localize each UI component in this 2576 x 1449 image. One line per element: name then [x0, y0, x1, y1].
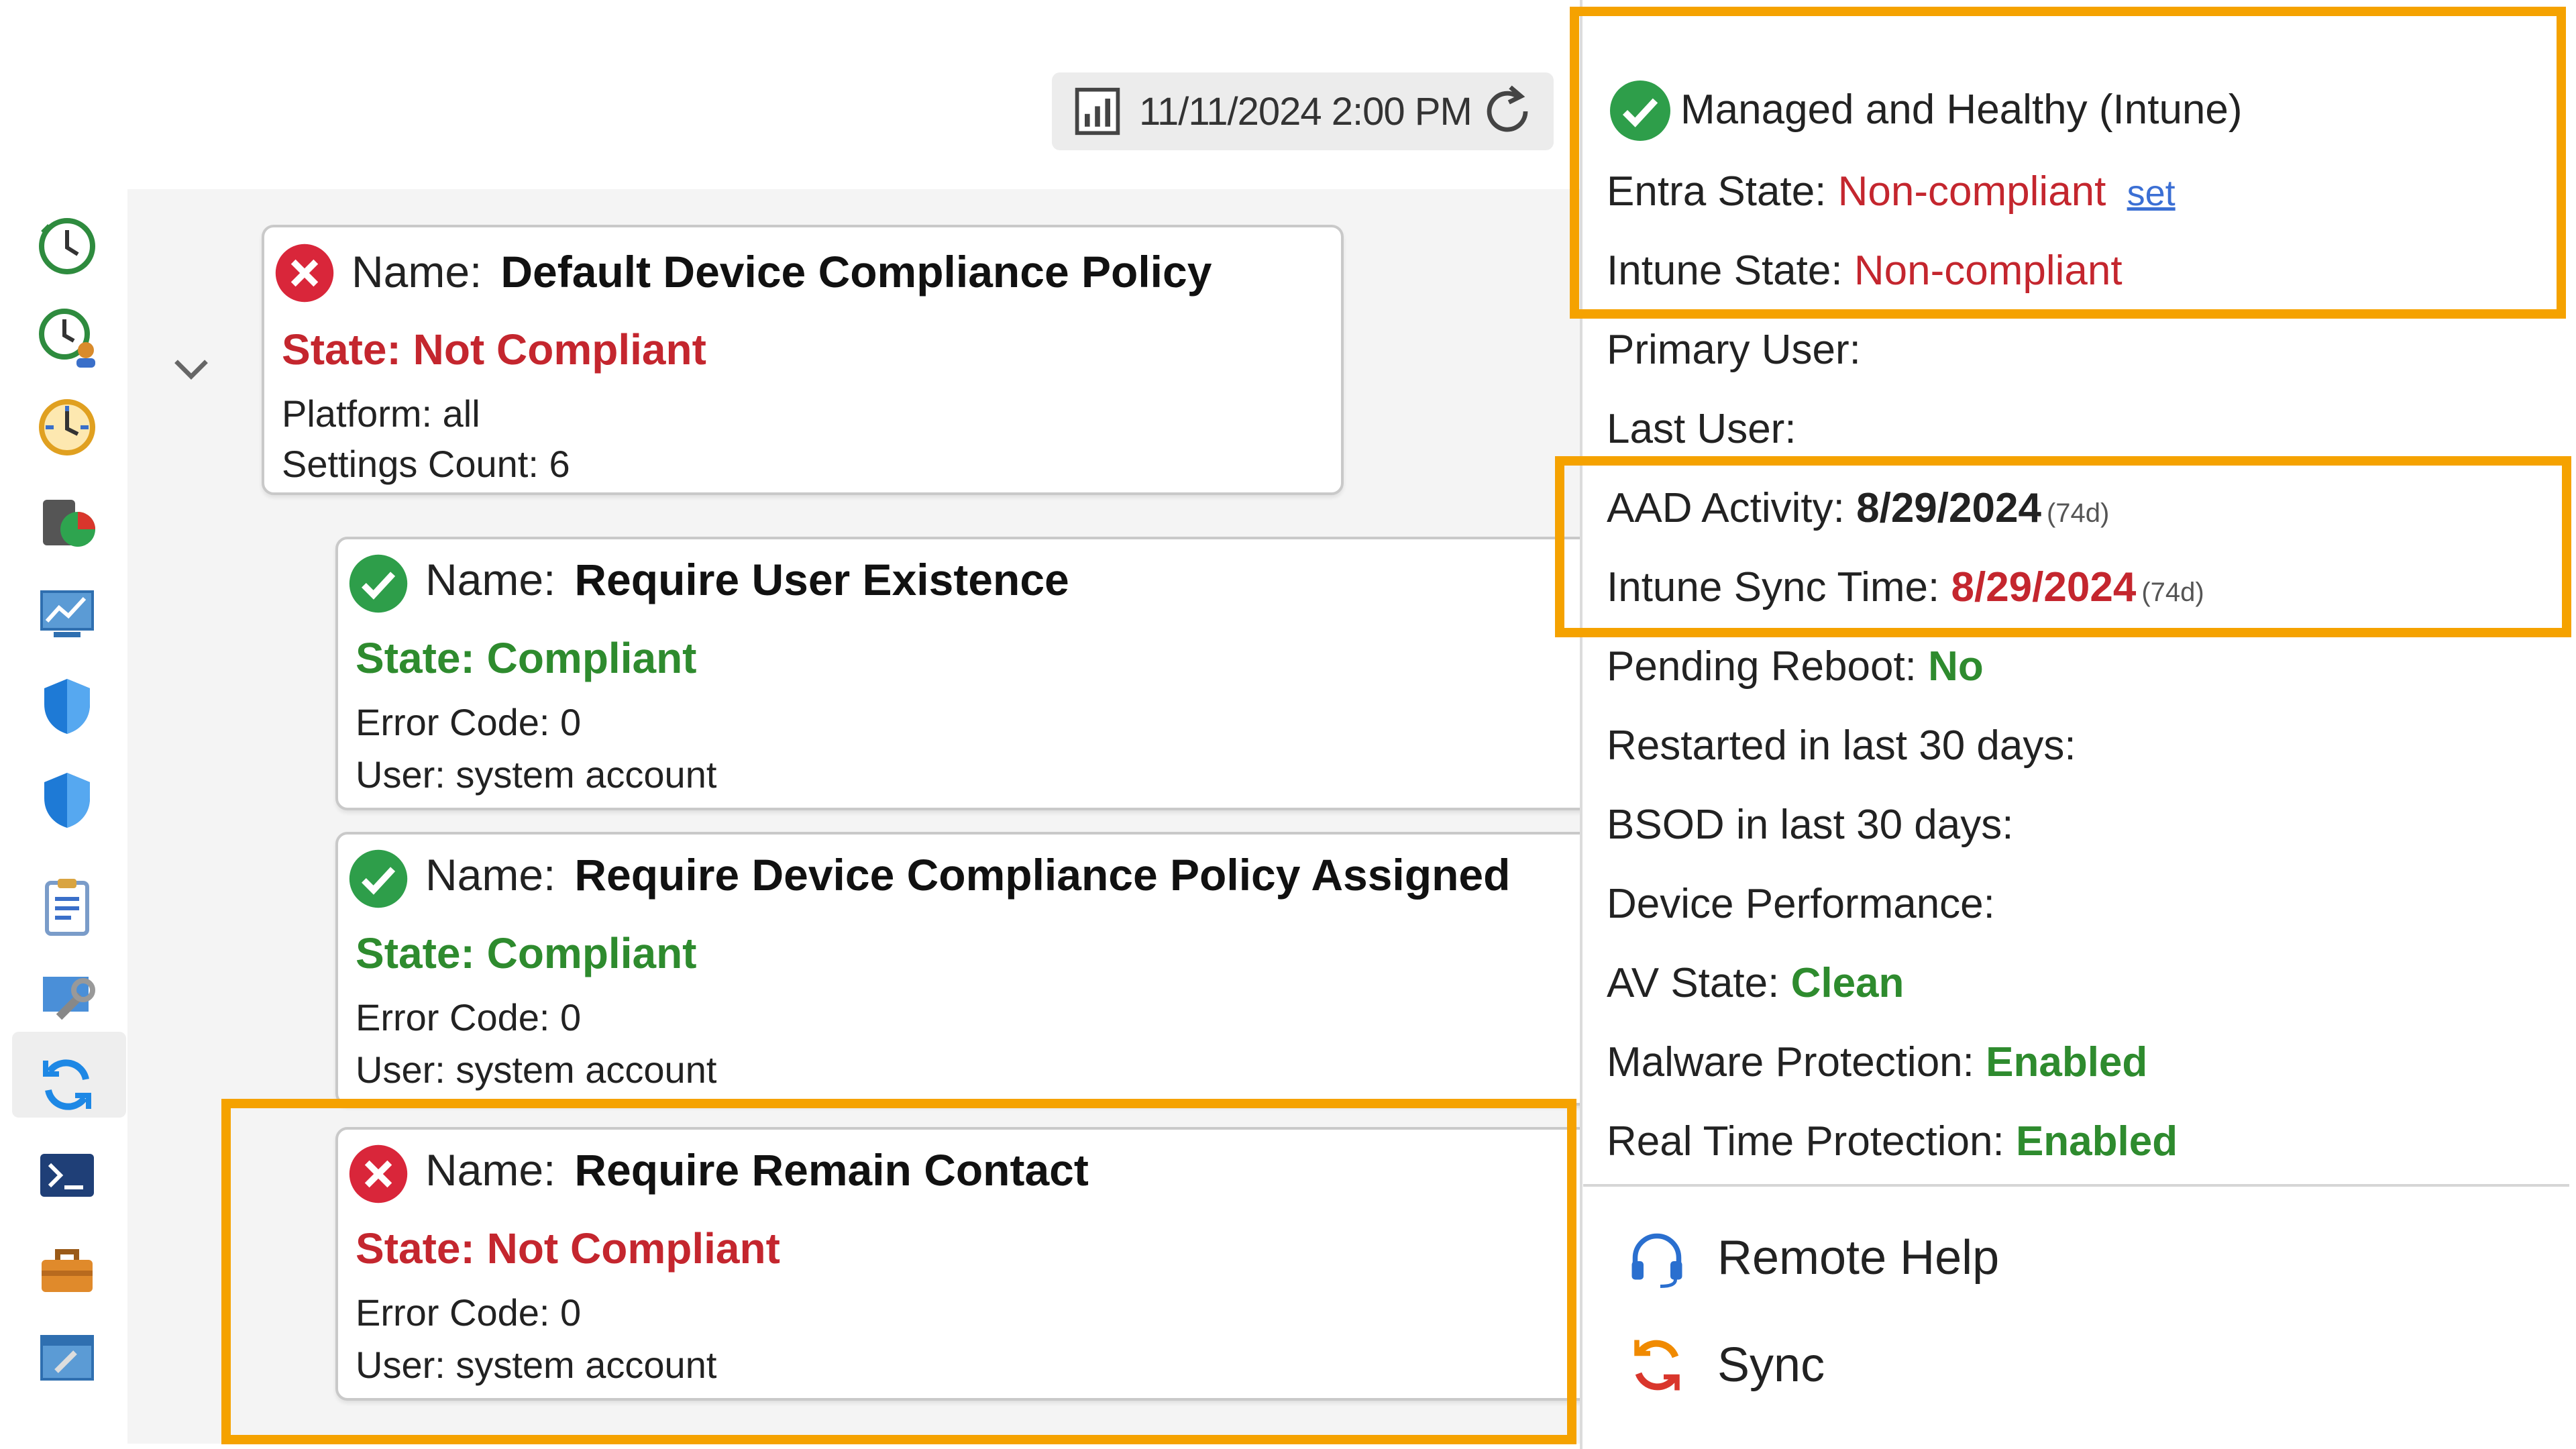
last-updated-timestamp: 11/11/2024 2:00 PM: [1139, 89, 1472, 133]
last-user-label: Last User:: [1607, 406, 1796, 452]
sync-icon[interactable]: [32, 1050, 102, 1120]
tools-icon[interactable]: [32, 961, 102, 1030]
clock-check-icon[interactable]: [32, 211, 102, 281]
policy-card[interactable]: Name: Default Device Compliance Policy St…: [262, 225, 1344, 495]
policy-platform: Platform: all: [282, 392, 480, 435]
setting-name: Require Device Compliance Policy Assigne…: [574, 850, 1511, 900]
error-icon: [275, 244, 334, 303]
policy-name-line: Name: Default Device Compliance Policy: [352, 246, 1212, 297]
last-updated-bar: 11/11/2024 2:00 PM: [1052, 72, 1554, 150]
bsod-label: BSOD in last 30 days:: [1607, 802, 2014, 848]
pending-reboot-label: Pending Reboot:: [1607, 643, 1917, 690]
setting-user: User: system account: [356, 753, 717, 796]
powershell-icon[interactable]: [32, 1140, 102, 1210]
restarted-label: Restarted in last 30 days:: [1607, 722, 2076, 769]
window-tools-icon[interactable]: [32, 1323, 102, 1393]
policy-state: State: Not Compliant: [282, 325, 706, 374]
panel-divider: [1583, 1184, 2569, 1187]
device-performance-label: Device Performance:: [1607, 881, 1995, 927]
sync-button[interactable]: Sync: [1623, 1325, 1825, 1405]
monitor-graph-icon[interactable]: [32, 578, 102, 648]
clock-user-icon[interactable]: [32, 302, 102, 372]
setting-user: User: system account: [356, 1049, 717, 1091]
check-icon: [349, 554, 408, 613]
malware-protection-value: Enabled: [1986, 1039, 2148, 1085]
primary-user-label: Primary User:: [1607, 327, 1861, 373]
remote-help-button[interactable]: Remote Help: [1623, 1218, 1999, 1298]
policy-name: Default Device Compliance Policy: [500, 247, 1212, 297]
setting-name-label: Name:: [425, 850, 556, 900]
malware-protection-row: Malware Protection: Enabled: [1607, 1038, 2147, 1086]
sync-label: Sync: [1717, 1338, 1825, 1392]
schedule-clock-icon[interactable]: [32, 392, 102, 462]
real-time-protection-value: Enabled: [2015, 1118, 2178, 1165]
headset-icon: [1631, 1233, 1682, 1288]
setting-card[interactable]: Name: Require Device Compliance Policy As…: [335, 832, 1602, 1106]
setting-state: State: Compliant: [356, 634, 697, 682]
highlight-box: [1555, 456, 2571, 637]
setting-state: State: Compliant: [356, 929, 697, 977]
device-chart-icon[interactable]: [32, 486, 102, 556]
policy-name-label: Name:: [352, 247, 482, 297]
shield-icon[interactable]: [32, 671, 102, 741]
setting-name-line: Name: Require User Existence: [425, 554, 1069, 605]
remote-help-label: Remote Help: [1717, 1231, 2000, 1285]
collapse-chevron-icon[interactable]: [161, 339, 221, 399]
check-icon: [349, 849, 408, 908]
toolbox-icon[interactable]: [32, 1233, 102, 1303]
policy-settings-count: Settings Count: 6: [282, 443, 570, 485]
pending-reboot-row: Pending Reboot: No: [1607, 643, 1984, 690]
setting-error-code: Error Code: 0: [356, 701, 582, 743]
refresh-icon[interactable]: [1477, 81, 1538, 142]
highlight-box: [221, 1099, 1576, 1444]
av-state-label: AV State:: [1607, 960, 1780, 1006]
pending-reboot-value: No: [1928, 643, 1984, 690]
shield-icon[interactable]: [32, 765, 102, 835]
highlight-box: [1570, 7, 2566, 319]
malware-protection-label: Malware Protection:: [1607, 1039, 1974, 1085]
av-state-row: AV State: Clean: [1607, 959, 1904, 1007]
setting-name-label: Name:: [425, 555, 556, 604]
av-state-value: Clean: [1790, 960, 1904, 1006]
real-time-protection-row: Real Time Protection: Enabled: [1607, 1118, 2178, 1165]
setting-name-line: Name: Require Device Compliance Policy As…: [425, 849, 1510, 900]
report-icon[interactable]: [1072, 86, 1123, 137]
sync-icon: [1634, 1340, 1680, 1391]
setting-card[interactable]: Name: Require User Existence State: Compl…: [335, 537, 1602, 810]
setting-name: Require User Existence: [574, 555, 1069, 604]
real-time-protection-label: Real Time Protection:: [1607, 1118, 2004, 1165]
setting-error-code: Error Code: 0: [356, 996, 582, 1038]
compliance-report-icon[interactable]: [32, 872, 102, 942]
